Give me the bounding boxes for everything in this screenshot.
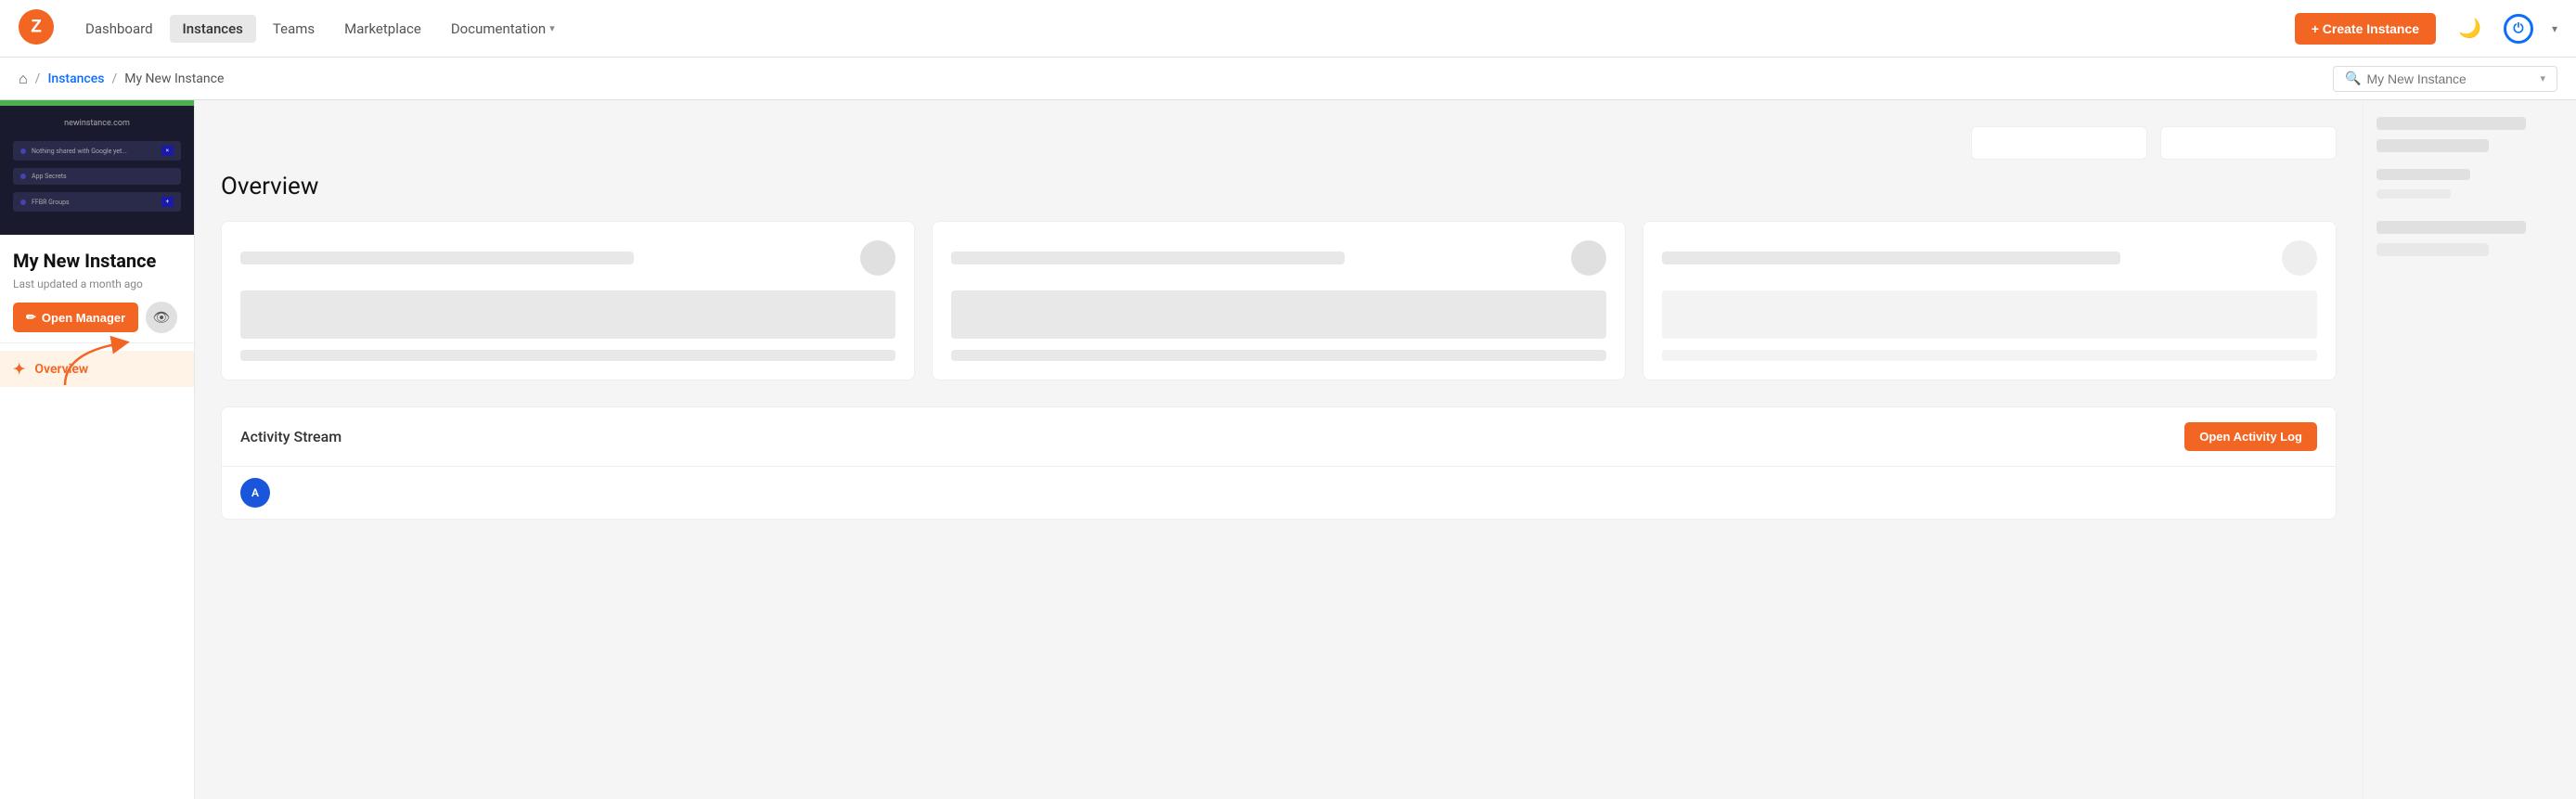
right-panel [2363,100,2576,799]
top-cards [221,126,2337,160]
preview-button[interactable]: 👁 [146,302,177,333]
activity-stream-title: Activity Stream [240,428,341,445]
moon-icon: 🌙 [2458,17,2481,40]
nav-dashboard[interactable]: Dashboard [72,15,166,43]
sidebar-info: My New Instance Last updated a month ago… [0,235,194,343]
nav-instances[interactable]: Instances [170,15,256,43]
status-bar-green [0,100,194,106]
activity-avatar: A [240,478,270,508]
overview-card-2 [932,221,1626,380]
overview-icon: ✦ [13,360,25,378]
user-dropdown-arrow[interactable]: ▾ [2552,22,2557,35]
nav-marketplace[interactable]: Marketplace [331,15,434,43]
logo[interactable]: Z [19,9,54,48]
breadcrumb-instances[interactable]: Instances [47,71,104,86]
open-manager-button[interactable]: ✏ Open Manager [13,303,138,332]
svg-text:Z: Z [31,17,42,36]
activity-header: Activity Stream Open Activity Log [222,407,2336,467]
orange-arrow-icon [56,334,148,390]
dark-mode-toggle[interactable]: 🌙 [2454,13,2485,44]
instance-search[interactable]: 🔍 ▾ [2333,66,2557,92]
open-activity-log-button[interactable]: Open Activity Log [2184,422,2317,451]
top-nav: Z Dashboard Instances Teams Marketplace … [0,0,2576,58]
user-power-icon[interactable]: ⏻ [2504,14,2533,44]
sidebar-instance-name: My New Instance [13,250,181,272]
eye-icon: 👁 [153,309,171,326]
top-card-1 [1971,126,2147,160]
nav-links: Dashboard Instances Teams Marketplace Do… [72,15,1165,43]
breadcrumb-bar: ⌂ / Instances / My New Instance 🔍 ▾ [0,58,2576,100]
search-input[interactable] [2366,71,2534,86]
main-content: Overview [195,100,2363,799]
thumbnail-url: newinstance.com [13,119,181,128]
sidebar-last-updated: Last updated a month ago [13,277,181,290]
thumbnail-row-1: Nothing shared with Google yet... × [13,141,181,161]
chevron-down-icon: ▾ [549,22,555,34]
pencil-icon: ✏ [26,310,36,325]
main-layout: newinstance.com Nothing shared with Goog… [0,100,2576,799]
instance-thumbnail: newinstance.com Nothing shared with Goog… [0,100,194,235]
nav-teams[interactable]: Teams [260,15,328,43]
home-icon[interactable]: ⌂ [19,70,28,88]
create-instance-button[interactable]: + Create Instance [2295,13,2436,45]
overview-card-1 [221,221,915,380]
breadcrumb-current: My New Instance [124,71,224,86]
overview-cards [221,221,2337,380]
nav-documentation[interactable]: Documentation ▾ [438,15,568,43]
sidebar-actions: ✏ Open Manager 👁 [13,302,181,333]
activity-item-1: A [222,467,2336,519]
sidebar: newinstance.com Nothing shared with Goog… [0,100,195,799]
overview-title: Overview [221,173,2337,200]
top-card-2 [2160,126,2337,160]
thumbnail-row-3: FFBR Groups + [13,192,181,212]
thumbnail-row-2: App Secrets [13,168,181,185]
overview-card-3 [1642,221,2337,380]
activity-section: Activity Stream Open Activity Log A [221,406,2337,520]
search-dropdown-arrow[interactable]: ▾ [2540,72,2545,84]
search-icon: 🔍 [2345,71,2361,86]
